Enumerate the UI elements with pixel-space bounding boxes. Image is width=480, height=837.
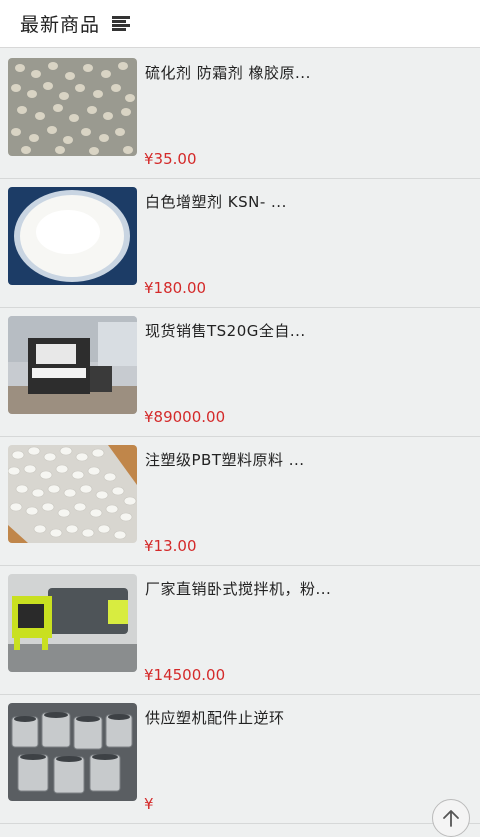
product-price: ¥14500.00 bbox=[144, 666, 226, 684]
arrow-up-icon bbox=[443, 810, 459, 827]
list-item[interactable]: 硫化剂 防霜剂 橡胶原... ¥35.00 bbox=[0, 50, 480, 179]
list-item[interactable]: 注塑级PBT塑料原料 ... ¥13.00 bbox=[0, 437, 480, 566]
product-name[interactable]: 厂家直销卧式搅拌机，粉... bbox=[145, 578, 331, 599]
product-image[interactable] bbox=[8, 703, 137, 801]
product-name[interactable]: 白色增塑剂 KSN- ... bbox=[145, 191, 287, 212]
product-name[interactable]: 供应塑机配件止逆环 bbox=[145, 707, 285, 728]
product-list: 硫化剂 防霜剂 橡胶原... ¥35.00 白色增塑剂 KSN- ... ¥18… bbox=[0, 50, 480, 837]
product-name[interactable]: 注塑级PBT塑料原料 ... bbox=[145, 449, 305, 470]
product-name[interactable]: 硫化剂 防霜剂 橡胶原... bbox=[145, 62, 311, 83]
list-item[interactable]: 白色增塑剂 KSN- ... ¥180.00 bbox=[0, 179, 480, 308]
product-price: ¥ bbox=[144, 795, 154, 813]
product-name[interactable]: 现货销售TS20G全自... bbox=[145, 320, 306, 341]
product-price: ¥35.00 bbox=[144, 150, 197, 168]
product-price: ¥13.00 bbox=[144, 537, 197, 555]
menu-icon[interactable] bbox=[112, 15, 131, 32]
product-image[interactable] bbox=[8, 574, 137, 672]
product-price: ¥180.00 bbox=[144, 279, 207, 297]
product-image[interactable] bbox=[8, 187, 137, 285]
product-image[interactable] bbox=[8, 316, 137, 414]
list-item[interactable]: 供应塑机配件止逆环 ¥ bbox=[0, 695, 480, 837]
back-to-top-button[interactable] bbox=[432, 799, 470, 837]
product-price: ¥89000.00 bbox=[144, 408, 226, 426]
product-image[interactable] bbox=[8, 58, 137, 156]
page-title: 最新商品 bbox=[20, 14, 101, 36]
product-image[interactable] bbox=[8, 445, 137, 543]
list-item[interactable]: 厂家直销卧式搅拌机，粉... ¥14500.00 bbox=[0, 566, 480, 695]
list-item[interactable]: 现货销售TS20G全自... ¥89000.00 bbox=[0, 308, 480, 437]
page-header: 最新商品 bbox=[0, 0, 480, 48]
